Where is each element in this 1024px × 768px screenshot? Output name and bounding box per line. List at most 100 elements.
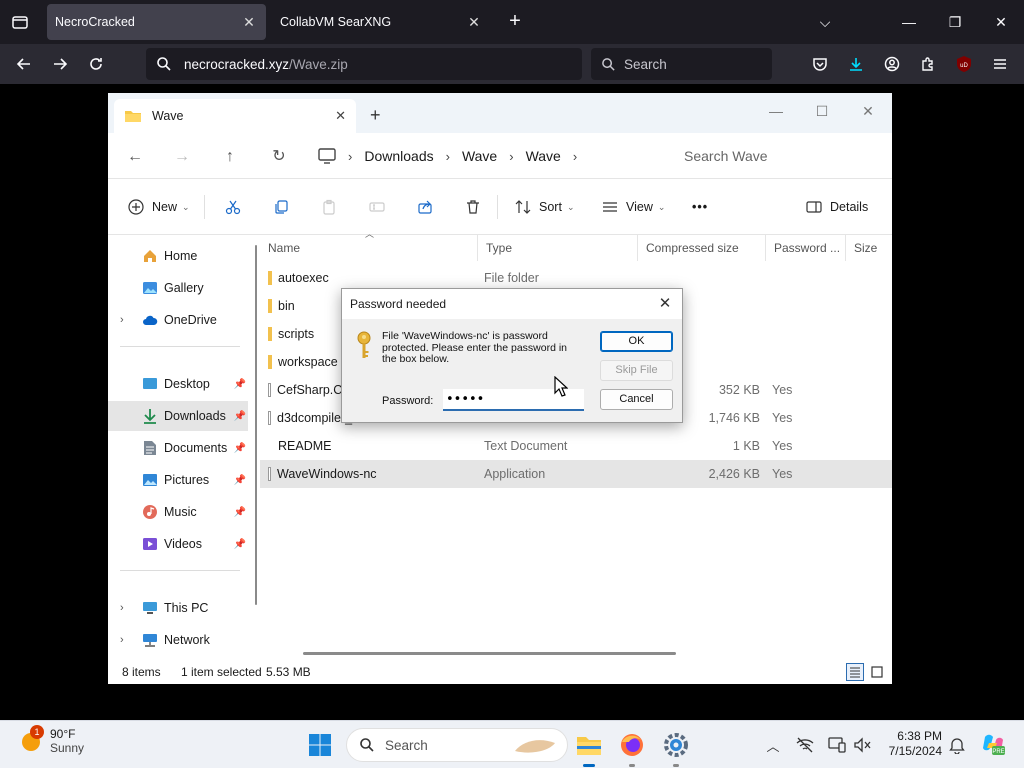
extensions-button[interactable] bbox=[916, 52, 940, 76]
clock[interactable]: 6:38 PM 7/15/2024 bbox=[880, 729, 942, 759]
minimize-button[interactable]: — bbox=[756, 99, 796, 123]
close-tab-icon[interactable]: ✕ bbox=[465, 14, 483, 31]
sidebar-scrollbar[interactable] bbox=[254, 235, 258, 615]
close-window-button[interactable]: ✕ bbox=[848, 99, 888, 123]
pin-icon[interactable]: 📌 bbox=[234, 411, 246, 422]
sidebar-item-network[interactable]: › Network bbox=[108, 625, 248, 655]
new-tab-button[interactable]: + bbox=[503, 10, 527, 34]
pin-icon[interactable]: 📌 bbox=[234, 475, 246, 486]
skip-file-button[interactable]: Skip File bbox=[600, 360, 673, 381]
more-options-button[interactable]: ••• bbox=[692, 193, 708, 221]
dialog-close-button[interactable]: ✕ bbox=[656, 295, 674, 313]
maximize-button[interactable]: ☐ bbox=[802, 99, 842, 123]
taskbar-settings[interactable] bbox=[660, 729, 692, 767]
tab-necrocracked[interactable]: NecroCracked ✕ bbox=[47, 4, 266, 40]
column-header-name[interactable]: Name bbox=[260, 235, 478, 261]
chevron-right-icon[interactable]: › bbox=[120, 602, 124, 614]
web-search-bar[interactable]: Search bbox=[591, 48, 772, 80]
file-row-readme[interactable]: README Text Document 1 KB Yes bbox=[260, 432, 892, 460]
details-button[interactable]: Details bbox=[806, 193, 868, 221]
sidebar-item-this-pc[interactable]: › This PC bbox=[108, 593, 248, 623]
file-name: autoexec bbox=[278, 271, 329, 285]
column-header-password[interactable]: Password ... bbox=[766, 235, 846, 261]
file-name: CefSharp.Co bbox=[277, 383, 350, 397]
sidebar-item-music[interactable]: Music 📌 bbox=[108, 497, 248, 527]
sidebar-item-downloads[interactable]: Downloads 📌 bbox=[108, 401, 248, 431]
back-button[interactable]: ← bbox=[124, 146, 146, 168]
new-explorer-tab-button[interactable]: + bbox=[370, 105, 381, 126]
sidebar-item-gallery[interactable]: Gallery bbox=[108, 273, 248, 303]
tab-collabvm-searxng[interactable]: CollabVM SearXNG ✕ bbox=[272, 4, 491, 40]
app-menu-button[interactable] bbox=[988, 52, 1012, 76]
forward-button[interactable] bbox=[48, 52, 72, 76]
taskbar-file-explorer[interactable] bbox=[573, 729, 605, 767]
breadcrumb-wave-inner[interactable]: Wave bbox=[526, 148, 561, 164]
weather-widget[interactable]: 1 90°F Sunny bbox=[18, 725, 84, 755]
display-icon[interactable] bbox=[826, 734, 848, 756]
reload-button[interactable] bbox=[84, 52, 108, 76]
explorer-search-input[interactable]: Search Wave bbox=[666, 139, 892, 173]
close-tab-icon[interactable]: ✕ bbox=[240, 14, 258, 31]
sidebar-item-onedrive[interactable]: › OneDrive bbox=[108, 305, 248, 335]
taskbar-firefox[interactable] bbox=[616, 729, 648, 767]
chevron-right-icon[interactable]: › bbox=[120, 634, 124, 646]
close-tab-icon[interactable]: ✕ bbox=[335, 108, 346, 124]
cut-button[interactable] bbox=[225, 193, 241, 221]
sidebar-item-label: Network bbox=[164, 633, 210, 647]
tiles-view-button[interactable] bbox=[868, 663, 886, 681]
breadcrumb-wave[interactable]: Wave bbox=[462, 148, 497, 164]
pin-icon[interactable]: 📌 bbox=[234, 539, 246, 550]
paste-button[interactable] bbox=[321, 193, 337, 221]
monitor-icon[interactable] bbox=[318, 148, 336, 164]
column-header-compressed-size[interactable]: Compressed size bbox=[638, 235, 766, 261]
account-button[interactable] bbox=[880, 52, 904, 76]
url-bar[interactable]: necrocracked.xyz/Wave.zip bbox=[146, 48, 582, 80]
chevron-right-icon[interactable]: › bbox=[573, 149, 577, 164]
ublock-button[interactable]: uD bbox=[952, 52, 976, 76]
sidebar-item-videos[interactable]: Videos 📌 bbox=[108, 529, 248, 559]
view-button[interactable]: View ⌄ bbox=[602, 193, 665, 221]
details-view-button[interactable] bbox=[846, 663, 864, 681]
pocket-button[interactable] bbox=[808, 52, 832, 76]
volume-muted-icon[interactable] bbox=[852, 734, 874, 756]
up-button[interactable]: ↑ bbox=[219, 146, 241, 168]
file-row-wavewindows-nc[interactable]: WaveWindows-nc Application 2,426 KB Yes bbox=[260, 460, 892, 488]
sidebar-item-pictures[interactable]: Pictures 📌 bbox=[108, 465, 248, 495]
explorer-tab-wave[interactable]: Wave ✕ bbox=[114, 99, 356, 133]
notification-bell-icon[interactable] bbox=[946, 734, 968, 756]
column-header-type[interactable]: Type bbox=[478, 235, 638, 261]
ok-button[interactable]: OK bbox=[600, 331, 673, 352]
delete-button[interactable] bbox=[465, 193, 481, 221]
close-window-button[interactable]: ✕ bbox=[986, 10, 1016, 34]
cancel-button[interactable]: Cancel bbox=[600, 389, 673, 410]
back-button[interactable] bbox=[12, 52, 36, 76]
chevron-right-icon[interactable]: › bbox=[120, 314, 124, 326]
sidebar-item-documents[interactable]: Documents 📌 bbox=[108, 433, 248, 463]
start-button[interactable] bbox=[304, 729, 336, 761]
downloads-button[interactable] bbox=[844, 52, 868, 76]
breadcrumb-downloads[interactable]: Downloads bbox=[364, 148, 433, 164]
pin-icon[interactable]: 📌 bbox=[234, 379, 246, 390]
minimize-button[interactable]: — bbox=[894, 10, 924, 34]
show-hidden-icons-chevron-icon[interactable]: ︿ bbox=[762, 734, 784, 756]
column-header-size[interactable]: Size bbox=[846, 235, 892, 261]
rename-button[interactable] bbox=[369, 193, 385, 221]
network-disconnected-icon[interactable] bbox=[794, 734, 816, 756]
pin-icon[interactable]: 📌 bbox=[234, 507, 246, 518]
list-all-tabs-chevron-icon[interactable]: ⌵ bbox=[810, 10, 840, 34]
refresh-button[interactable]: ↻ bbox=[268, 146, 290, 168]
share-button[interactable] bbox=[417, 193, 433, 221]
copy-button[interactable] bbox=[273, 193, 289, 221]
maximize-button[interactable]: ❐ bbox=[940, 10, 970, 34]
clock-time: 6:38 PM bbox=[897, 729, 942, 743]
sort-button[interactable]: Sort ⌄ bbox=[515, 193, 574, 221]
new-button[interactable]: New ⌄ bbox=[128, 193, 190, 221]
copilot-icon[interactable]: PRE bbox=[980, 731, 1006, 757]
sidebar-item-desktop[interactable]: Desktop 📌 bbox=[108, 369, 248, 399]
sidebar-item-home[interactable]: Home bbox=[108, 241, 248, 271]
pin-icon[interactable]: 📌 bbox=[234, 443, 246, 454]
taskbar-search-input[interactable]: Search bbox=[346, 728, 568, 762]
horizontal-scrollbar[interactable] bbox=[303, 652, 676, 655]
forward-button[interactable]: → bbox=[171, 146, 193, 168]
tab-list-button[interactable] bbox=[8, 10, 32, 34]
